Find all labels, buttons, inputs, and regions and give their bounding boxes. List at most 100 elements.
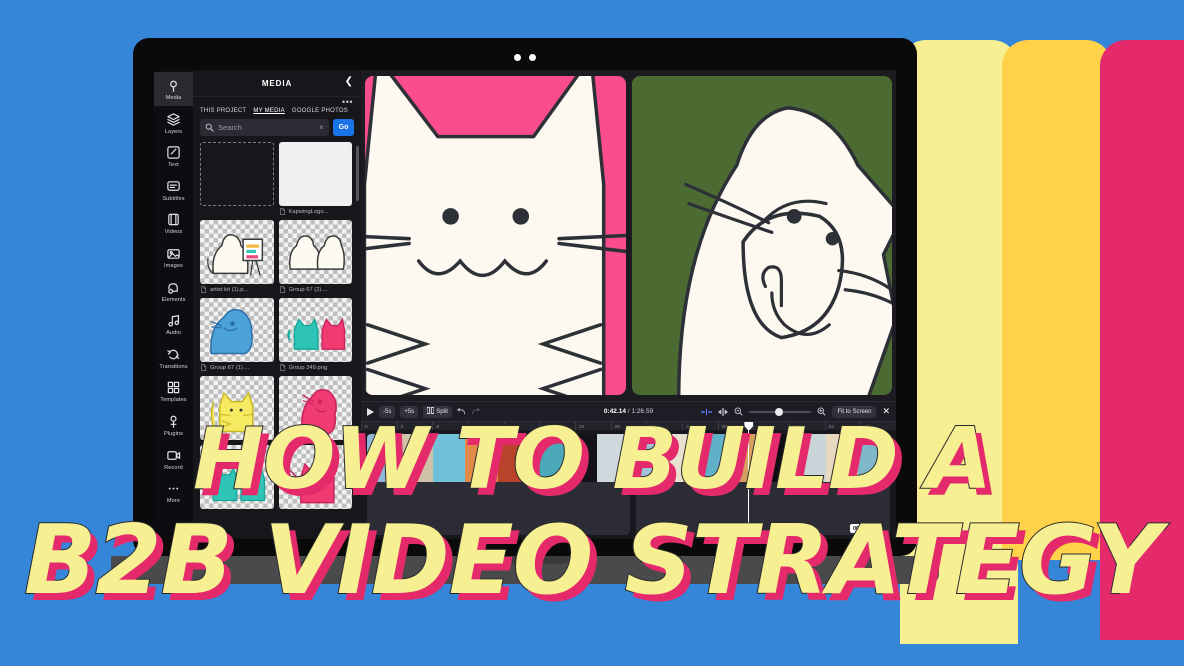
sidebar-item-layers[interactable]: Layers xyxy=(154,106,193,140)
undo-icon[interactable] xyxy=(456,408,466,415)
media-panel: MEDIA ❮ ••• THIS PROJECT MY MEDIA GOOGLE P… xyxy=(193,70,361,539)
align-horizontal-icon[interactable] xyxy=(718,407,729,416)
list-item[interactable]: Group 67 (1).... xyxy=(200,298,274,371)
media-thumbnail[interactable] xyxy=(200,298,274,362)
list-item[interactable]: artist kit (1).p... xyxy=(200,220,274,293)
media-thumbnail[interactable] xyxy=(200,220,274,284)
canvas xyxy=(365,76,892,395)
list-item[interactable] xyxy=(200,445,274,509)
sidebar-item-templates[interactable]: Templates xyxy=(154,374,193,408)
sidebar-item-transitions[interactable]: Transitions xyxy=(154,341,193,375)
clip-frame xyxy=(826,434,859,482)
split-label: Split xyxy=(436,408,448,415)
tab-this-project[interactable]: THIS PROJECT xyxy=(200,108,246,114)
sidebar-item-audio[interactable]: Audio xyxy=(154,307,193,341)
list-item[interactable] xyxy=(200,376,274,440)
close-icon[interactable]: ✕ xyxy=(882,407,890,416)
media-thumbnail[interactable] xyxy=(278,220,352,284)
ruler-tick: :16 xyxy=(503,422,540,430)
search-box[interactable]: × xyxy=(200,119,329,136)
background-bar-yellow-gold xyxy=(1002,40,1112,560)
tab-google-photos[interactable]: GOOGLE PHOTOS xyxy=(292,108,348,114)
media-panel-header: MEDIA ❮ xyxy=(193,70,361,97)
ruler-tick: :28 xyxy=(610,422,647,430)
media-thumbnail[interactable] xyxy=(278,445,352,509)
clear-search-icon[interactable]: × xyxy=(319,123,324,132)
search-input[interactable] xyxy=(218,123,315,132)
list-item[interactable]: Group 349.png xyxy=(278,298,352,371)
playhead[interactable] xyxy=(744,422,754,430)
sidebar-item-record[interactable]: Record xyxy=(154,442,193,476)
table-row[interactable] xyxy=(635,434,890,535)
sidebar-item-text[interactable]: Text xyxy=(154,139,193,173)
search-go-button[interactable]: Go xyxy=(332,119,355,136)
media-thumbnail[interactable] xyxy=(200,376,274,440)
back-5s-button[interactable]: -5s xyxy=(379,405,396,418)
sidebar-item-plugins[interactable]: Plugins xyxy=(154,408,193,442)
ruler-tick: :24 xyxy=(575,422,611,430)
media-scrollbar[interactable] xyxy=(356,146,359,201)
media-tabs: THIS PROJECT MY MEDIA GOOGLE PHOTOS xyxy=(193,106,361,119)
play-icon[interactable] xyxy=(367,407,374,416)
split-button[interactable]: Split xyxy=(423,405,452,418)
timeline-time-display: 0:42.14 / 1:26.59 xyxy=(604,408,653,415)
ruler-tick: :36 xyxy=(682,422,718,430)
sidebar-item-subtitles[interactable]: Subtitles xyxy=(154,173,193,207)
fit-to-screen-button[interactable]: Fit to Screen xyxy=(832,405,877,418)
media-grid[interactable]: KapwingLogo... artist kit (1).p... Group 6… xyxy=(193,142,361,539)
list-item[interactable] xyxy=(278,376,352,440)
time-badge: 00:43:01 xyxy=(849,524,878,533)
sidebar-item-label: Layers xyxy=(164,128,183,135)
redo-icon[interactable] xyxy=(471,408,480,415)
media-caption: KapwingLogo... xyxy=(279,208,353,215)
zoom-out-icon[interactable] xyxy=(734,407,744,416)
media-thumbnail[interactable] xyxy=(278,376,352,440)
clip-frame xyxy=(531,434,564,482)
ruler-tick: :32 xyxy=(646,422,682,430)
more-horizontal-icon[interactable]: ••• xyxy=(193,97,361,107)
sidebar-item-more[interactable]: More xyxy=(154,475,193,509)
list-item[interactable] xyxy=(200,142,274,215)
layers-icon xyxy=(166,112,181,127)
file-icon xyxy=(279,208,286,215)
list-item[interactable]: KapwingLogo... xyxy=(278,142,353,215)
zoom-in-icon[interactable] xyxy=(817,407,827,416)
timeline-tracks[interactable]: 00:43:01 xyxy=(361,430,896,539)
clip-frame xyxy=(498,434,532,482)
sidebar-item-videos[interactable]: Videos xyxy=(154,206,193,240)
clip-frame xyxy=(596,434,630,482)
sensor-dot-icon xyxy=(529,53,536,61)
record-icon xyxy=(166,448,181,463)
media-thumbnail[interactable] xyxy=(200,445,274,509)
media-caption: Group 67 (2).... xyxy=(279,286,353,293)
canvas-area[interactable] xyxy=(361,70,896,401)
zoom-slider[interactable] xyxy=(749,407,812,416)
cat-side-green-artwork[interactable] xyxy=(631,76,892,395)
table-row[interactable] xyxy=(367,434,630,535)
forward-5s-button[interactable]: +5s xyxy=(400,405,419,418)
ruler-tick: :52 xyxy=(824,422,861,430)
sidebar-item-elements[interactable]: Elements xyxy=(154,274,193,308)
file-icon xyxy=(279,286,286,293)
zoom-slider-knob[interactable] xyxy=(775,407,784,416)
stage-wrapper: -5s +5s Split 0:42.14 / 1:26.59 Fit to S… xyxy=(361,70,896,539)
chevron-left-icon[interactable]: ❮ xyxy=(345,77,353,87)
sidebar-item-label: Media xyxy=(165,95,182,101)
list-item[interactable]: Group 67 (2).... xyxy=(278,220,353,293)
sidebar-item-images[interactable]: Images xyxy=(154,240,193,274)
cat-front-pink-artwork[interactable] xyxy=(365,76,626,395)
timeline-ruler[interactable]: :0:4:8:12:16:20:24:28:32:36:40:44:48:52:… xyxy=(361,421,896,430)
tab-my-media[interactable]: MY MEDIA xyxy=(253,108,285,114)
laptop-camera xyxy=(133,50,917,64)
media-file-name: KapwingLogo... xyxy=(288,208,329,215)
media-thumbnail[interactable] xyxy=(278,142,352,206)
editor-screen: Media Layers Text Subtitles Videos Images Elem… xyxy=(154,70,896,539)
elements-icon xyxy=(166,280,181,295)
sidebar-item-label: Audio xyxy=(166,330,181,337)
sidebar-item-media[interactable]: Media xyxy=(154,72,193,106)
list-item[interactable] xyxy=(278,445,352,509)
snap-center-icon[interactable] xyxy=(701,408,713,416)
clip-frame xyxy=(858,434,890,482)
media-thumbnail[interactable] xyxy=(278,298,352,362)
media-thumbnail[interactable] xyxy=(200,142,274,206)
